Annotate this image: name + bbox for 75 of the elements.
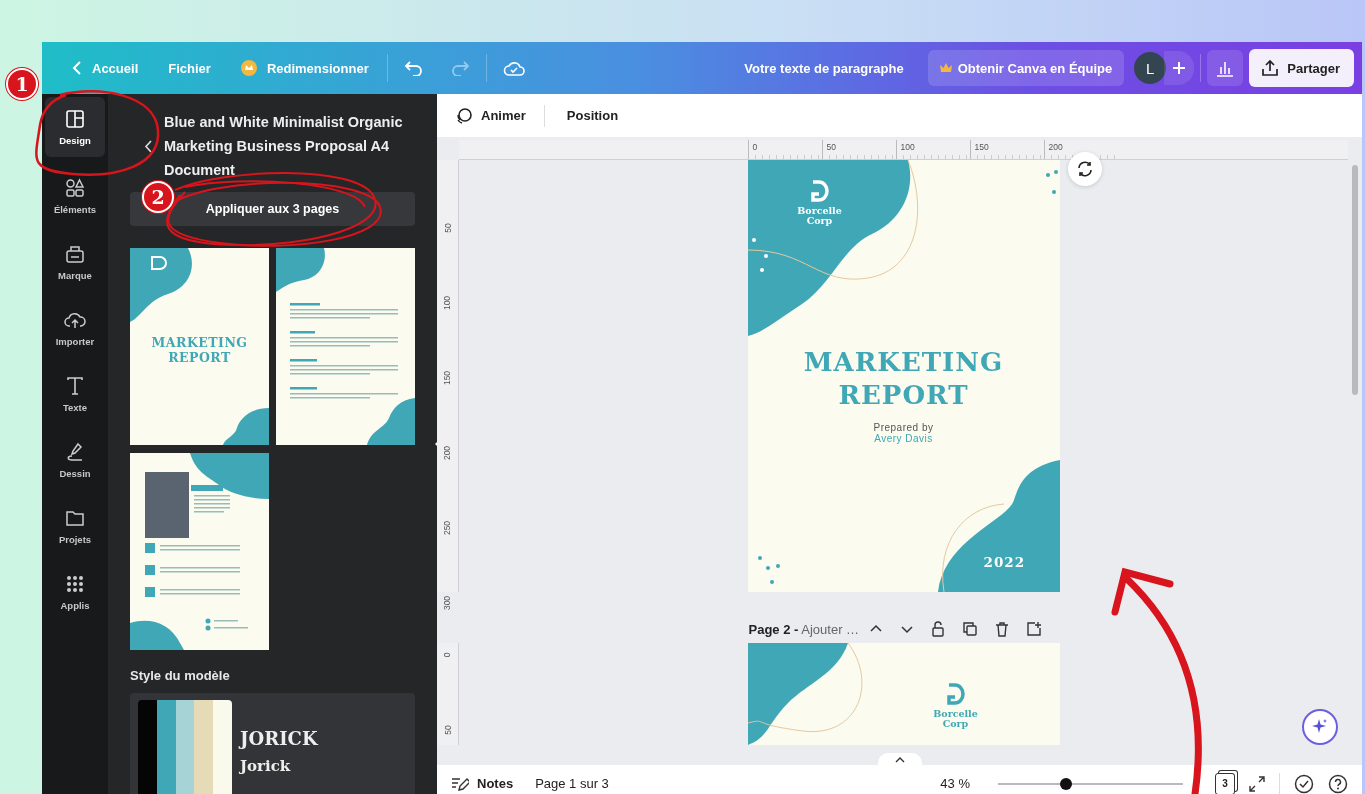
text-icon: [65, 375, 85, 396]
animate-icon: [455, 106, 473, 125]
page-title-field[interactable]: Page 2 - Ajouter …: [748, 622, 869, 637]
rail-tab[interactable]: Marque: [45, 229, 105, 295]
page-indicator[interactable]: Page 1 sur 3: [535, 776, 609, 791]
report-title: MARKETING REPORT: [802, 346, 1005, 412]
crown-icon: [939, 63, 952, 73]
thumbnail-title: MARKETING REPORT: [150, 334, 249, 365]
ruler-label: 100: [895, 140, 970, 159]
logo-icon: [945, 683, 966, 705]
crown-icon: [240, 60, 257, 76]
briefcase-icon: [65, 243, 85, 264]
animate-button[interactable]: Animer: [451, 102, 530, 129]
upgrade-button[interactable]: Obtenir Canva en Équipe: [927, 50, 1125, 86]
rail-tab[interactable]: Importer: [45, 295, 105, 361]
style-card[interactable]: JORICK Jorick: [130, 692, 415, 794]
author-name: Avery Davis: [874, 433, 933, 444]
help-icon[interactable]: [1328, 773, 1348, 794]
rail-tab[interactable]: Éléments: [45, 163, 105, 229]
rail-tab[interactable]: Dessin: [45, 427, 105, 493]
bar-chart-icon[interactable]: [1207, 50, 1244, 86]
ruler-label: 250: [441, 520, 454, 536]
layout-icon: [65, 108, 85, 129]
page-grid-button[interactable]: 3: [1215, 772, 1235, 794]
copy-icon[interactable]: [961, 621, 978, 637]
ruler-label: 50: [441, 223, 454, 233]
photo-placeholder: [145, 471, 189, 538]
ruler-label: 150: [969, 140, 1044, 159]
ruler-label: 200: [441, 445, 454, 461]
section-heading: Style du modèle: [130, 667, 231, 683]
prepared-by-text: Prepared by: [873, 422, 934, 433]
back-icon[interactable]: [144, 139, 152, 153]
add-page-icon[interactable]: [1025, 621, 1042, 637]
logo-icon: [809, 180, 830, 202]
rail-tab[interactable]: Projets: [45, 493, 105, 559]
shapes-icon: [65, 177, 85, 198]
lock-icon[interactable]: [930, 621, 945, 637]
ruler-label: 0: [441, 652, 454, 658]
ruler-label: 50: [821, 140, 896, 159]
check-circle-icon[interactable]: [1294, 773, 1314, 794]
template-title: Blue and White Minimalist Organic Marketing Business Proposal A4 Document: [164, 113, 404, 180]
notes-button[interactable]: Notes: [451, 775, 514, 792]
heading-font-sample: JORICK: [240, 727, 318, 749]
share-button[interactable]: Partager: [1249, 49, 1354, 87]
sparkle-icon[interactable]: [1302, 709, 1338, 745]
logo-text: Borcelle Corp: [932, 709, 979, 729]
notes-icon: [451, 775, 469, 792]
chevron-left-icon: [72, 61, 82, 75]
ruler-label: 0: [747, 140, 822, 159]
ruler-label: 150: [441, 370, 454, 386]
slider-thumb[interactable]: [1060, 777, 1073, 790]
year-text: 2022: [983, 554, 1026, 570]
rail-tab[interactable]: Applis: [45, 559, 105, 625]
share-icon: [1261, 59, 1280, 77]
expand-handle[interactable]: [877, 753, 922, 767]
refresh-icon[interactable]: [1067, 152, 1102, 186]
grid-icon: [65, 573, 85, 594]
step-badge: 1: [6, 68, 38, 100]
document-title[interactable]: Votre texte de paragraphe: [744, 60, 904, 76]
position-button[interactable]: Position: [562, 104, 623, 127]
trash-icon[interactable]: [994, 621, 1009, 637]
logo-text: Borcelle Corp: [796, 206, 843, 226]
rail-tab[interactable]: Texte: [45, 361, 105, 427]
user-avatar[interactable]: L: [1134, 52, 1167, 84]
ruler-label: 50: [441, 725, 454, 735]
zoom-percentage[interactable]: 43 %: [940, 776, 970, 791]
fullscreen-icon[interactable]: [1249, 775, 1265, 792]
rail-tab[interactable]: Design: [45, 97, 105, 157]
ruler-label: 100: [441, 295, 454, 311]
body-font-sample: Jorick: [240, 756, 292, 775]
page-thumbnail[interactable]: [276, 247, 415, 445]
pen-icon: [65, 441, 85, 462]
page-thumbnail[interactable]: [130, 247, 269, 445]
add-icon[interactable]: [1164, 51, 1195, 85]
ruler-label: 300: [441, 595, 454, 611]
